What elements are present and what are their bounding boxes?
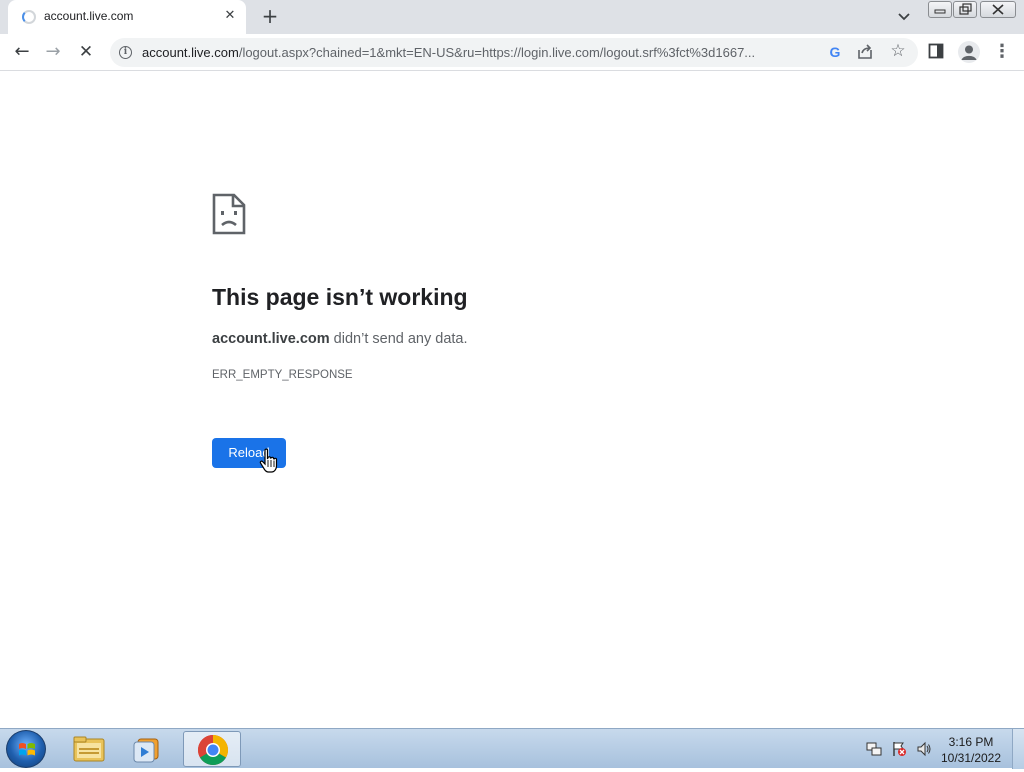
browser-toolbar: ← → ✕ i account.live.com/logout.aspx?cha… <box>0 34 1024 71</box>
new-tab-button[interactable]: + <box>258 5 282 29</box>
menu-icon[interactable]: ⋮ <box>992 40 1012 64</box>
windows-start-icon <box>19 743 35 756</box>
media-player-icon <box>133 738 159 763</box>
error-host: account.live.com <box>212 331 330 347</box>
tab-strip: account.live.com ✕ + <box>0 0 1024 34</box>
browser-window: account.live.com ✕ + ← → ✕ i account.liv… <box>0 0 1024 728</box>
action-center-flag-icon[interactable] <box>891 741 907 757</box>
address-bar[interactable]: i account.live.com/logout.aspx?chained=1… <box>110 38 918 67</box>
chrome-icon <box>197 735 229 766</box>
minimize-icon <box>934 9 946 14</box>
window-minimize-button[interactable] <box>928 1 952 18</box>
share-icon[interactable] <box>856 43 874 61</box>
error-page: This page isn’t working account.live.com… <box>0 72 1024 728</box>
taskbar-file-explorer[interactable] <box>60 731 118 767</box>
close-icon <box>992 4 1004 15</box>
stop-loading-button[interactable]: ✕ <box>73 39 99 65</box>
star-icon[interactable]: ☆ <box>888 41 908 61</box>
tab-account-live[interactable]: account.live.com ✕ <box>8 0 246 34</box>
sad-page-icon <box>212 193 246 235</box>
info-icon[interactable]: i <box>119 46 132 59</box>
volume-icon[interactable] <box>916 741 932 757</box>
window-close-button[interactable] <box>980 1 1016 18</box>
chevron-down-icon <box>898 13 910 21</box>
taskbar-chrome[interactable] <box>183 731 241 767</box>
clock-time[interactable]: 3:16 PM <box>940 735 1002 749</box>
tab-title: account.live.com <box>44 9 134 23</box>
profile-icon[interactable] <box>958 41 980 63</box>
back-button[interactable]: ← <box>9 39 35 65</box>
error-description: account.live.com didn’t send any data. <box>212 331 468 347</box>
clock-date[interactable]: 10/31/2022 <box>936 751 1006 765</box>
tab-search-button[interactable] <box>894 8 914 26</box>
side-panel-icon[interactable] <box>928 43 944 59</box>
tab-close-button[interactable]: ✕ <box>220 6 240 26</box>
taskbar-media-player[interactable] <box>120 731 178 767</box>
window-restore-button[interactable] <box>953 1 977 18</box>
error-message: didn’t send any data. <box>329 331 468 347</box>
url-text[interactable]: account.live.com/logout.aspx?chained=1&m… <box>142 45 812 61</box>
google-icon[interactable]: G <box>826 43 844 61</box>
restore-icon <box>959 3 972 15</box>
loading-spinner-icon <box>22 10 36 24</box>
url-path: /logout.aspx?chained=1&mkt=EN-US&ru=http… <box>238 45 756 60</box>
forward-button[interactable]: → <box>40 39 66 65</box>
error-code: ERR_EMPTY_RESPONSE <box>212 369 353 381</box>
start-button[interactable] <box>6 730 46 768</box>
error-title: This page isn’t working <box>212 284 468 310</box>
network-icon[interactable] <box>866 741 882 757</box>
hand-cursor <box>259 448 278 473</box>
url-host: account.live.com <box>142 45 239 60</box>
taskbar: 3:16 PM 10/31/2022 <box>0 728 1024 769</box>
file-explorer-icon <box>73 736 105 762</box>
show-desktop-button[interactable] <box>1012 729 1024 769</box>
